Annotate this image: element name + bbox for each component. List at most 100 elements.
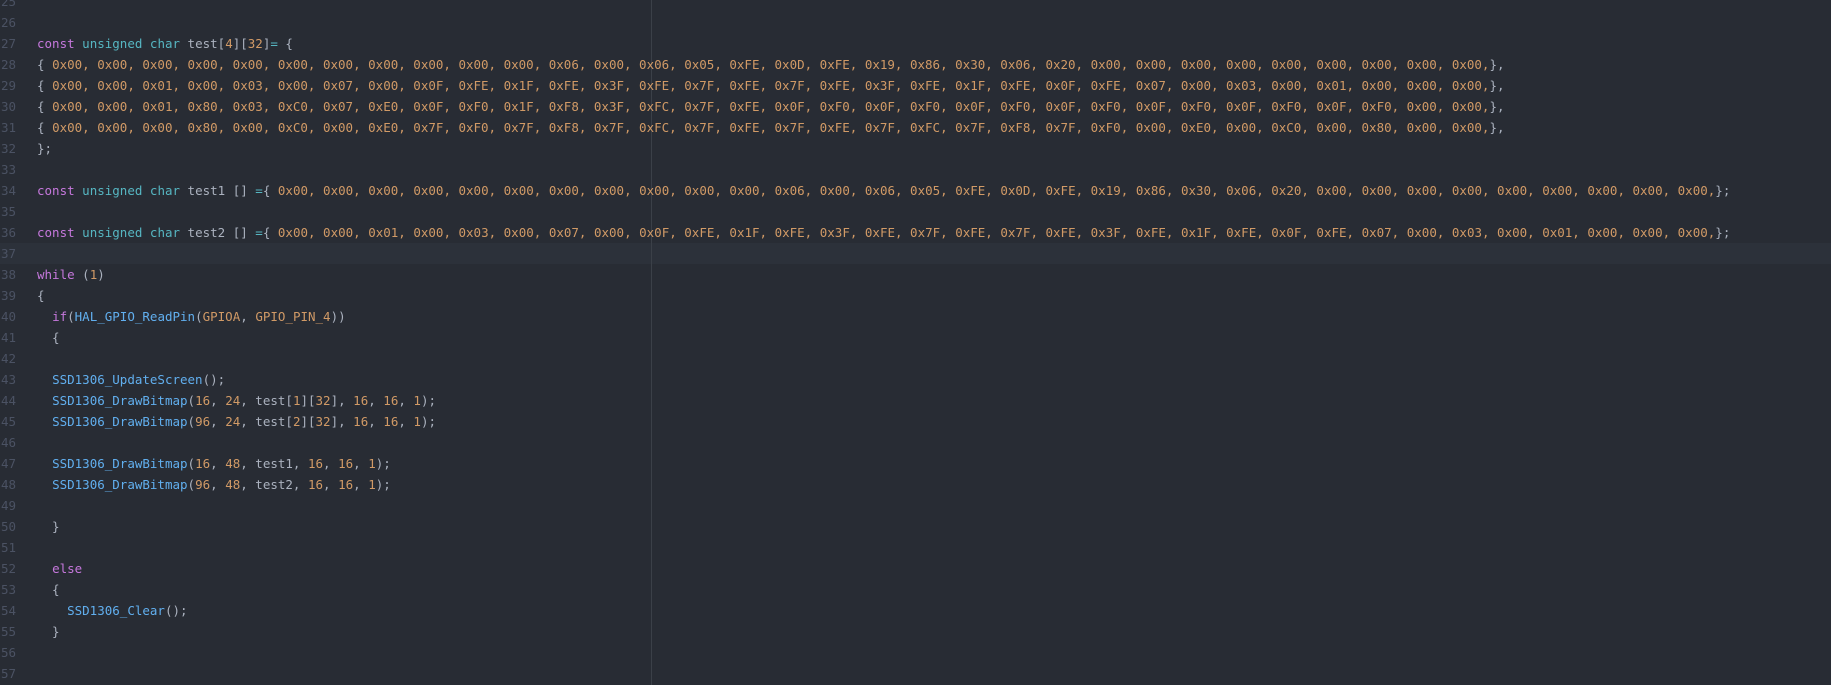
code-token: , (210, 393, 226, 408)
code-token: char (149, 36, 181, 51)
code-line[interactable]: 30 { 0x00, 0x00, 0x01, 0x80, 0x03, 0xC0, … (0, 96, 1831, 117)
code-token: 0x00, 0x00, 0x00, 0x00, 0x00, 0x00, 0x00… (277, 183, 1716, 198)
code-editor[interactable]: 25 26 27 const unsigned char test[4][32]= {… (0, 0, 1831, 685)
code-line[interactable]: 54 SSD1306_Clear(); (0, 600, 1831, 621)
code-token: else (52, 561, 83, 576)
code-token: char (149, 225, 181, 240)
code-line[interactable]: 39 { (0, 285, 1831, 306)
code-token: 32 (247, 36, 263, 51)
code-line[interactable]: 49 (0, 495, 1831, 516)
line-number: 48 (0, 477, 16, 492)
code-token: 16 (338, 477, 354, 492)
line-number: 35 (0, 204, 16, 219)
code-line[interactable]: 53 { (0, 579, 1831, 600)
code-text: } (37, 621, 60, 642)
line-number: 50 (0, 519, 16, 534)
code-line[interactable]: 33 (0, 159, 1831, 180)
code-token: GPIO_PIN_4 (255, 309, 331, 324)
code-text: SSD1306_DrawBitmap(16, 24, test[1][32], … (37, 390, 436, 411)
code-token: 24 (225, 414, 241, 429)
code-token: 0x00, 0x00, 0x00, 0x80, 0x00, 0xC0, 0x00… (52, 120, 1490, 135)
code-token: = (270, 36, 278, 51)
code-text: { 0x00, 0x00, 0x01, 0x80, 0x03, 0xC0, 0x… (37, 96, 1505, 117)
code-text: const unsigned char test[4][32]= { (37, 33, 293, 54)
code-line[interactable]: 44 SSD1306_DrawBitmap(16, 24, test[1][32… (0, 390, 1831, 411)
line-number: 44 (0, 393, 16, 408)
code-token: 16 (383, 393, 399, 408)
line-number: 37 (0, 246, 16, 261)
code-line[interactable]: 27 const unsigned char test[4][32]= { (0, 33, 1831, 54)
code-token: 0x00, 0x00, 0x01, 0x80, 0x03, 0xC0, 0x07… (52, 99, 1490, 114)
code-line[interactable]: 42 (0, 348, 1831, 369)
code-token: 4 (225, 36, 233, 51)
code-line[interactable]: 57 (0, 663, 1831, 684)
code-token: { (37, 288, 45, 303)
code-token: { (262, 225, 278, 240)
code-token: }, (1489, 120, 1505, 135)
code-line[interactable]: 31 { 0x00, 0x00, 0x00, 0x80, 0x00, 0xC0, … (0, 117, 1831, 138)
line-number: 25 (0, 0, 16, 9)
code-token: 96 (195, 414, 211, 429)
code-token: 16 (195, 456, 211, 471)
code-line[interactable]: 50 } (0, 516, 1831, 537)
code-text: if(HAL_GPIO_ReadPin(GPIOA, GPIO_PIN_4)) (37, 306, 346, 327)
code-line[interactable]: 41 { (0, 327, 1831, 348)
code-token: ) (97, 267, 105, 282)
line-number: 42 (0, 351, 16, 366)
code-token: = (255, 183, 263, 198)
code-text: { 0x00, 0x00, 0x01, 0x00, 0x03, 0x00, 0x… (37, 75, 1505, 96)
code-token: ( (195, 309, 203, 324)
code-token: unsigned (82, 183, 143, 198)
code-token: const (37, 225, 75, 240)
code-lines[interactable]: 25 26 27 const unsigned char test[4][32]= {… (0, 0, 1831, 684)
code-line[interactable]: 37 (0, 243, 1831, 264)
code-token: , test[ (240, 414, 293, 429)
code-token: , (210, 456, 226, 471)
code-line[interactable]: 25 (0, 0, 1831, 12)
code-token: 1 (368, 477, 376, 492)
code-token: SSD1306_DrawBitmap (52, 456, 188, 471)
code-token: SSD1306_Clear (67, 603, 165, 618)
code-token: 32 (315, 414, 331, 429)
code-line[interactable]: 51 (0, 537, 1831, 558)
code-line[interactable]: 55 } (0, 621, 1831, 642)
code-token: , test2, (240, 477, 308, 492)
code-line[interactable]: 32}; (0, 138, 1831, 159)
code-line[interactable]: 34 const unsigned char test1 [] ={ 0x00, … (0, 180, 1831, 201)
code-token: SSD1306_DrawBitmap (52, 414, 188, 429)
code-line[interactable]: 26 (0, 12, 1831, 33)
code-line[interactable]: 29 { 0x00, 0x00, 0x01, 0x00, 0x03, 0x00, … (0, 75, 1831, 96)
code-line[interactable]: 43 SSD1306_UpdateScreen(); (0, 369, 1831, 390)
code-token: SSD1306_DrawBitmap (52, 393, 188, 408)
code-text: SSD1306_DrawBitmap(96, 24, test[2][32], … (37, 411, 436, 432)
code-line[interactable]: 35 (0, 201, 1831, 222)
code-token: ( (187, 414, 196, 429)
code-line[interactable]: 46 (0, 432, 1831, 453)
code-line[interactable]: 48 SSD1306_DrawBitmap(96, 48, test2, 16,… (0, 474, 1831, 495)
line-number: 33 (0, 162, 16, 177)
code-line[interactable]: 36 const unsigned char test2 [] ={ 0x00, … (0, 222, 1831, 243)
code-line[interactable]: 56 (0, 642, 1831, 663)
line-number: 51 (0, 540, 16, 555)
code-token: { (37, 330, 60, 345)
code-line[interactable]: 38 while (1) (0, 264, 1831, 285)
code-line[interactable]: 47 SSD1306_DrawBitmap(16, 48, test1, 16,… (0, 453, 1831, 474)
code-token: { (37, 582, 60, 597)
code-line[interactable]: 45 SSD1306_DrawBitmap(96, 24, test[2][32… (0, 411, 1831, 432)
code-token: }; (37, 141, 53, 156)
code-token: while (37, 267, 75, 282)
code-token: ( (187, 393, 196, 408)
line-number: 52 (0, 561, 16, 576)
code-token: char (149, 183, 181, 198)
code-line[interactable]: 40 if(HAL_GPIO_ReadPin(GPIOA, GPIO_PIN_4… (0, 306, 1831, 327)
line-number: 38 (0, 267, 16, 282)
code-token: ); (375, 456, 391, 471)
code-token: } (37, 624, 60, 639)
line-number: 55 (0, 624, 16, 639)
code-token: 0x00, 0x00, 0x01, 0x00, 0x03, 0x00, 0x07… (277, 225, 1716, 240)
code-line[interactable]: 52 else (0, 558, 1831, 579)
code-line[interactable]: 28 { 0x00, 0x00, 0x00, 0x00, 0x00, 0x00, … (0, 54, 1831, 75)
